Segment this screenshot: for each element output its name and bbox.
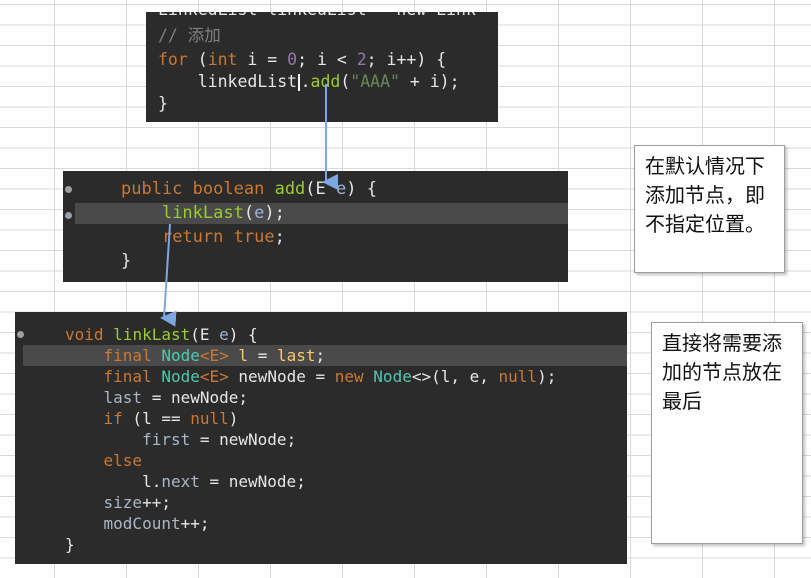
flow-arrows — [160, 84, 338, 327]
arrow-method-to-linklast — [160, 223, 177, 327]
